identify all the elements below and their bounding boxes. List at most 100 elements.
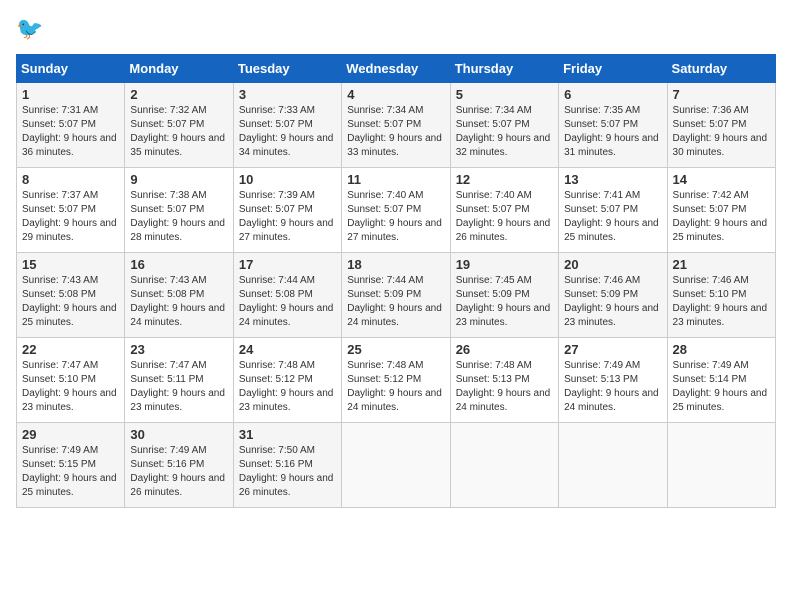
calendar-cell: 17 Sunrise: 7:44 AMSunset: 5:08 PMDaylig… — [233, 253, 341, 338]
calendar-cell: 26 Sunrise: 7:48 AMSunset: 5:13 PMDaylig… — [450, 338, 558, 423]
calendar-cell: 12 Sunrise: 7:40 AMSunset: 5:07 PMDaylig… — [450, 168, 558, 253]
cell-info: Sunrise: 7:48 AMSunset: 5:13 PMDaylight:… — [456, 360, 551, 413]
logo-bird-icon: 🐦 — [16, 16, 43, 41]
calendar-table: SundayMondayTuesdayWednesdayThursdayFrid… — [16, 54, 776, 508]
calendar-cell: 9 Sunrise: 7:38 AMSunset: 5:07 PMDayligh… — [125, 168, 233, 253]
calendar-cell — [667, 423, 775, 508]
day-number: 10 — [239, 172, 336, 187]
day-number: 2 — [130, 87, 227, 102]
day-of-week-header: Saturday — [667, 55, 775, 83]
day-number: 6 — [564, 87, 661, 102]
cell-info: Sunrise: 7:44 AMSunset: 5:09 PMDaylight:… — [347, 275, 442, 328]
logo: 🐦 — [16, 16, 43, 42]
calendar-cell: 20 Sunrise: 7:46 AMSunset: 5:09 PMDaylig… — [559, 253, 667, 338]
calendar-cell — [559, 423, 667, 508]
cell-info: Sunrise: 7:34 AMSunset: 5:07 PMDaylight:… — [456, 105, 551, 158]
day-of-week-header: Wednesday — [342, 55, 450, 83]
day-number: 9 — [130, 172, 227, 187]
cell-info: Sunrise: 7:46 AMSunset: 5:09 PMDaylight:… — [564, 275, 659, 328]
day-number: 11 — [347, 172, 444, 187]
day-number: 22 — [22, 342, 119, 357]
cell-info: Sunrise: 7:39 AMSunset: 5:07 PMDaylight:… — [239, 190, 334, 243]
cell-info: Sunrise: 7:45 AMSunset: 5:09 PMDaylight:… — [456, 275, 551, 328]
day-number: 5 — [456, 87, 553, 102]
calendar-cell: 14 Sunrise: 7:42 AMSunset: 5:07 PMDaylig… — [667, 168, 775, 253]
cell-info: Sunrise: 7:37 AMSunset: 5:07 PMDaylight:… — [22, 190, 117, 243]
calendar-cell: 19 Sunrise: 7:45 AMSunset: 5:09 PMDaylig… — [450, 253, 558, 338]
calendar-cell: 10 Sunrise: 7:39 AMSunset: 5:07 PMDaylig… — [233, 168, 341, 253]
cell-info: Sunrise: 7:49 AMSunset: 5:15 PMDaylight:… — [22, 445, 117, 498]
calendar-cell: 30 Sunrise: 7:49 AMSunset: 5:16 PMDaylig… — [125, 423, 233, 508]
cell-info: Sunrise: 7:44 AMSunset: 5:08 PMDaylight:… — [239, 275, 334, 328]
calendar-cell: 1 Sunrise: 7:31 AMSunset: 5:07 PMDayligh… — [17, 83, 125, 168]
cell-info: Sunrise: 7:43 AMSunset: 5:08 PMDaylight:… — [22, 275, 117, 328]
day-number: 7 — [673, 87, 770, 102]
cell-info: Sunrise: 7:47 AMSunset: 5:11 PMDaylight:… — [130, 360, 225, 413]
day-number: 26 — [456, 342, 553, 357]
day-number: 17 — [239, 257, 336, 272]
calendar-cell: 4 Sunrise: 7:34 AMSunset: 5:07 PMDayligh… — [342, 83, 450, 168]
day-number: 16 — [130, 257, 227, 272]
cell-info: Sunrise: 7:46 AMSunset: 5:10 PMDaylight:… — [673, 275, 768, 328]
day-number: 27 — [564, 342, 661, 357]
calendar-cell — [342, 423, 450, 508]
cell-info: Sunrise: 7:49 AMSunset: 5:16 PMDaylight:… — [130, 445, 225, 498]
cell-info: Sunrise: 7:42 AMSunset: 5:07 PMDaylight:… — [673, 190, 768, 243]
cell-info: Sunrise: 7:50 AMSunset: 5:16 PMDaylight:… — [239, 445, 334, 498]
cell-info: Sunrise: 7:33 AMSunset: 5:07 PMDaylight:… — [239, 105, 334, 158]
calendar-cell: 23 Sunrise: 7:47 AMSunset: 5:11 PMDaylig… — [125, 338, 233, 423]
cell-info: Sunrise: 7:31 AMSunset: 5:07 PMDaylight:… — [22, 105, 117, 158]
page-header: 🐦 — [16, 16, 776, 42]
cell-info: Sunrise: 7:38 AMSunset: 5:07 PMDaylight:… — [130, 190, 225, 243]
cell-info: Sunrise: 7:48 AMSunset: 5:12 PMDaylight:… — [347, 360, 442, 413]
day-number: 19 — [456, 257, 553, 272]
calendar-cell: 7 Sunrise: 7:36 AMSunset: 5:07 PMDayligh… — [667, 83, 775, 168]
day-number: 21 — [673, 257, 770, 272]
cell-info: Sunrise: 7:49 AMSunset: 5:13 PMDaylight:… — [564, 360, 659, 413]
calendar-cell: 8 Sunrise: 7:37 AMSunset: 5:07 PMDayligh… — [17, 168, 125, 253]
day-number: 8 — [22, 172, 119, 187]
day-number: 4 — [347, 87, 444, 102]
cell-info: Sunrise: 7:41 AMSunset: 5:07 PMDaylight:… — [564, 190, 659, 243]
calendar-cell: 29 Sunrise: 7:49 AMSunset: 5:15 PMDaylig… — [17, 423, 125, 508]
calendar-cell: 28 Sunrise: 7:49 AMSunset: 5:14 PMDaylig… — [667, 338, 775, 423]
calendar-cell: 25 Sunrise: 7:48 AMSunset: 5:12 PMDaylig… — [342, 338, 450, 423]
calendar-cell: 27 Sunrise: 7:49 AMSunset: 5:13 PMDaylig… — [559, 338, 667, 423]
day-of-week-header: Monday — [125, 55, 233, 83]
day-number: 13 — [564, 172, 661, 187]
day-number: 18 — [347, 257, 444, 272]
day-number: 3 — [239, 87, 336, 102]
cell-info: Sunrise: 7:48 AMSunset: 5:12 PMDaylight:… — [239, 360, 334, 413]
calendar-cell: 21 Sunrise: 7:46 AMSunset: 5:10 PMDaylig… — [667, 253, 775, 338]
calendar-cell: 18 Sunrise: 7:44 AMSunset: 5:09 PMDaylig… — [342, 253, 450, 338]
cell-info: Sunrise: 7:43 AMSunset: 5:08 PMDaylight:… — [130, 275, 225, 328]
day-of-week-header: Tuesday — [233, 55, 341, 83]
day-of-week-header: Sunday — [17, 55, 125, 83]
day-number: 24 — [239, 342, 336, 357]
cell-info: Sunrise: 7:35 AMSunset: 5:07 PMDaylight:… — [564, 105, 659, 158]
day-number: 31 — [239, 427, 336, 442]
day-number: 12 — [456, 172, 553, 187]
day-number: 28 — [673, 342, 770, 357]
day-number: 20 — [564, 257, 661, 272]
calendar-cell: 11 Sunrise: 7:40 AMSunset: 5:07 PMDaylig… — [342, 168, 450, 253]
cell-info: Sunrise: 7:36 AMSunset: 5:07 PMDaylight:… — [673, 105, 768, 158]
cell-info: Sunrise: 7:34 AMSunset: 5:07 PMDaylight:… — [347, 105, 442, 158]
cell-info: Sunrise: 7:32 AMSunset: 5:07 PMDaylight:… — [130, 105, 225, 158]
calendar-cell: 16 Sunrise: 7:43 AMSunset: 5:08 PMDaylig… — [125, 253, 233, 338]
calendar-cell — [450, 423, 558, 508]
cell-info: Sunrise: 7:47 AMSunset: 5:10 PMDaylight:… — [22, 360, 117, 413]
calendar-cell: 22 Sunrise: 7:47 AMSunset: 5:10 PMDaylig… — [17, 338, 125, 423]
calendar-cell: 6 Sunrise: 7:35 AMSunset: 5:07 PMDayligh… — [559, 83, 667, 168]
day-number: 1 — [22, 87, 119, 102]
day-of-week-header: Friday — [559, 55, 667, 83]
day-number: 23 — [130, 342, 227, 357]
day-number: 15 — [22, 257, 119, 272]
calendar-cell: 3 Sunrise: 7:33 AMSunset: 5:07 PMDayligh… — [233, 83, 341, 168]
calendar-cell: 24 Sunrise: 7:48 AMSunset: 5:12 PMDaylig… — [233, 338, 341, 423]
day-of-week-header: Thursday — [450, 55, 558, 83]
cell-info: Sunrise: 7:40 AMSunset: 5:07 PMDaylight:… — [347, 190, 442, 243]
day-number: 29 — [22, 427, 119, 442]
cell-info: Sunrise: 7:49 AMSunset: 5:14 PMDaylight:… — [673, 360, 768, 413]
calendar-cell: 15 Sunrise: 7:43 AMSunset: 5:08 PMDaylig… — [17, 253, 125, 338]
